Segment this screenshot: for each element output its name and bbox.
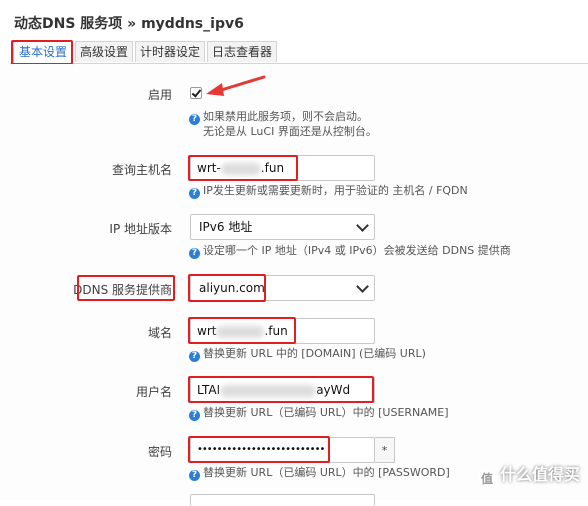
annotation-box-provider — [188, 274, 266, 302]
enable-help: ? 如果禁用此服务项，则不会启动。 — [189, 109, 368, 125]
annotation-box-tab — [11, 40, 73, 65]
chevron-down-icon — [356, 219, 369, 232]
tab-bar: 基本设置 高级设置 计时器设定 日志查看器 — [10, 41, 588, 64]
password-help: ? 替换更新 URL（已编码 URL）中的 [PASSWORD] — [189, 465, 450, 481]
page-title: 动态DNS 服务项 » myddns_ipv6 — [14, 16, 244, 32]
annotation-arrow — [206, 75, 266, 96]
enable-help-line2: 无论是从 LuCI 界面还是从控制台。 — [203, 125, 377, 138]
help-icon: ? — [189, 351, 200, 362]
help-icon: ? — [189, 114, 200, 125]
tab-advanced-settings[interactable]: 高级设置 — [75, 41, 133, 62]
password-reveal-button[interactable]: * — [375, 437, 395, 463]
lookup-host-help: ? IP发生更新或需要更新时，用于验证的 主机名 / FQDN — [189, 183, 468, 199]
username-label: 用户名 — [135, 385, 172, 399]
domain-label: 域名 — [147, 326, 172, 340]
help-icon: ? — [189, 248, 200, 259]
enable-checkbox[interactable] — [190, 87, 202, 99]
username-help: ? 替换更新 URL（已编码 URL）中的 [USERNAME] — [189, 405, 449, 421]
annotation-box-lookup-host — [188, 155, 298, 181]
tab-log-viewer[interactable]: 日志查看器 — [207, 41, 277, 62]
help-icon: ? — [189, 470, 200, 481]
chevron-down-icon — [356, 280, 369, 293]
annotation-box-username — [188, 376, 374, 403]
lookup-host-label: 查询主机名 — [111, 163, 172, 177]
password-label: 密码 — [147, 445, 172, 459]
help-icon: ? — [189, 188, 200, 199]
domain-help: ? 替换更新 URL 中的 [DOMAIN] (已编码 URL) — [189, 346, 426, 362]
annotation-box-provider-label — [77, 275, 175, 301]
help-icon: ? — [189, 410, 200, 421]
watermark: 值什么值得买 — [477, 461, 580, 488]
annotation-box-domain — [188, 317, 296, 344]
ip-version-select[interactable]: IPv6 地址 — [190, 214, 375, 240]
watermark-logo-icon: 值 — [477, 470, 496, 488]
annotation-box-password — [188, 436, 330, 463]
ip-version-label: IP 地址版本 — [109, 222, 172, 236]
next-field-input[interactable] — [190, 494, 375, 506]
tab-timer-settings[interactable]: 计时器设定 — [135, 41, 205, 62]
enable-label: 启用 — [147, 88, 172, 102]
ip-version-help: ? 设定哪一个 IP 地址（IPv4 或 IPv6）会被发送给 DDNS 提供商 — [189, 243, 511, 259]
